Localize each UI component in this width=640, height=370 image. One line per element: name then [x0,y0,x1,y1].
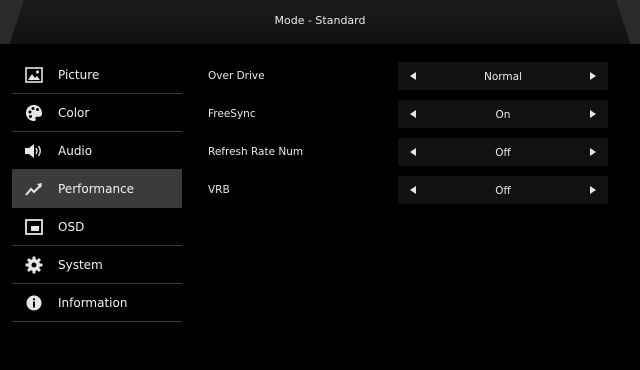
sidebar-item-label: Picture [58,67,100,82]
palette-icon [24,103,44,123]
osd-header: Mode - Standard [0,0,640,44]
setting-label: FreeSync [208,108,256,120]
sidebar: Picture Color Audio Performance OSD Syst… [12,56,182,322]
setting-row-vrb[interactable]: VRB Off [198,172,618,210]
setting-value: Normal [484,71,522,83]
arrow-right-icon[interactable] [590,148,596,156]
setting-value: Off [495,185,511,197]
settings-panel: Over Drive Normal FreeSync On Refresh Ra… [198,58,618,210]
sidebar-item-system[interactable]: System [12,246,182,284]
sidebar-item-information[interactable]: Information [12,284,182,322]
setting-row-over-drive[interactable]: Over Drive Normal [198,58,618,96]
trend-up-icon [24,179,44,199]
arrow-right-icon[interactable] [590,110,596,118]
setting-selector[interactable]: On [398,100,608,128]
sidebar-item-label: Color [58,105,90,120]
arrow-right-icon[interactable] [590,186,596,194]
sidebar-item-audio[interactable]: Audio [12,132,182,170]
setting-row-refresh-rate-num[interactable]: Refresh Rate Num Off [198,134,618,172]
osd-window-icon [24,217,44,237]
sidebar-item-label: Performance [58,181,135,196]
mode-title: Mode - Standard [274,14,366,27]
sidebar-item-label: Information [58,295,128,310]
speaker-icon [24,141,44,161]
setting-label: Over Drive [208,70,265,82]
sidebar-item-osd[interactable]: OSD [12,208,182,246]
sidebar-item-color[interactable]: Color [12,94,182,132]
info-icon [24,293,44,313]
setting-row-freesync[interactable]: FreeSync On [198,96,618,134]
setting-label: Refresh Rate Num [208,146,304,158]
sidebar-item-label: System [58,257,103,272]
setting-value: Off [495,147,511,159]
picture-icon [24,65,44,85]
monitor-osd: Mode - Standard Picture Color Audio Perf… [0,0,640,370]
sidebar-item-performance[interactable]: Performance [12,170,182,208]
setting-selector[interactable]: Normal [398,62,608,90]
sidebar-item-label: Audio [58,143,93,158]
setting-selector[interactable]: Off [398,138,608,166]
setting-label: VRB [208,184,230,196]
setting-selector[interactable]: Off [398,176,608,204]
sidebar-item-label: OSD [58,219,85,234]
setting-value: On [495,109,511,121]
gear-icon [24,255,44,275]
sidebar-item-picture[interactable]: Picture [12,56,182,94]
arrow-right-icon[interactable] [590,72,596,80]
